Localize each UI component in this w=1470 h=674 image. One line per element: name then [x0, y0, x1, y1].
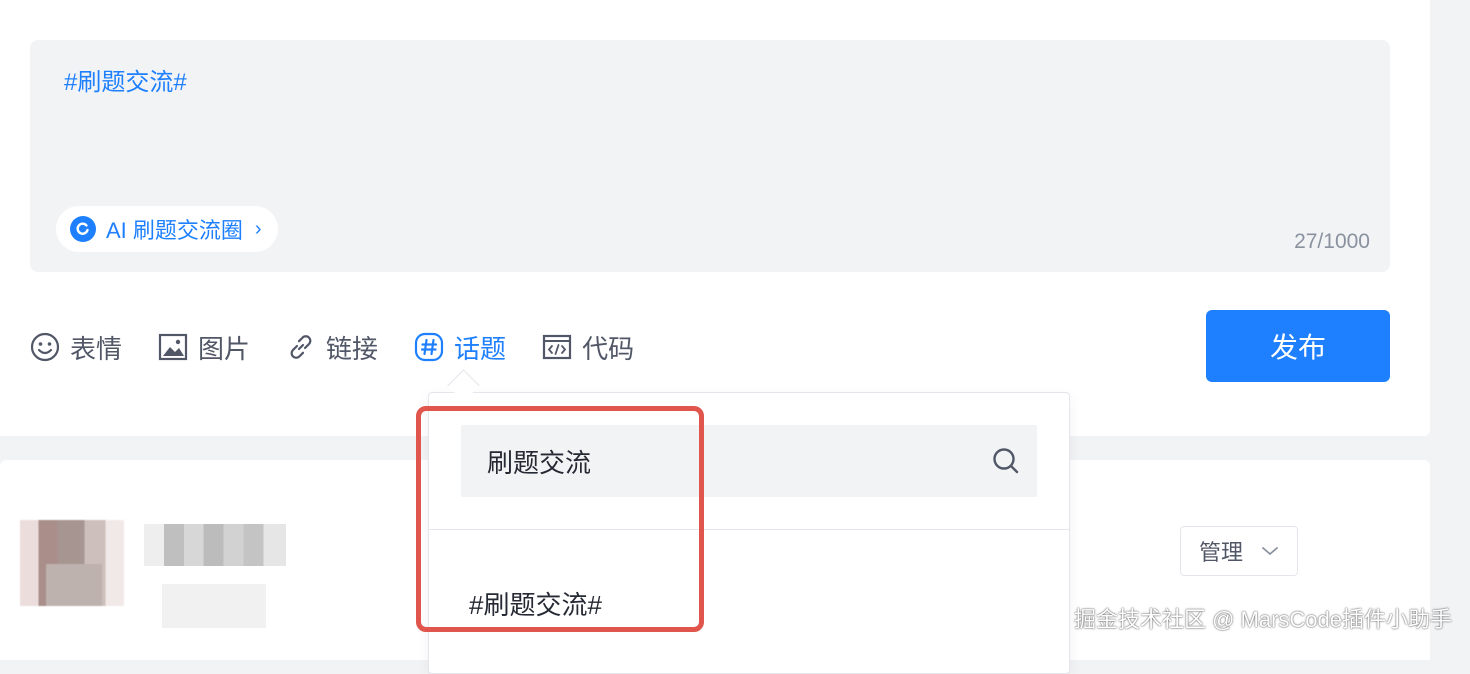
author-meta-blurred [162, 584, 266, 628]
link-icon [290, 335, 312, 359]
topic-search-input[interactable]: 刷题交流 [461, 425, 1037, 497]
code-tool-label: 代码 [582, 333, 635, 364]
emoji-tool-label: 表情 [70, 333, 123, 364]
emoji-tool[interactable]: 表情 [30, 329, 122, 366]
search-icon[interactable] [991, 446, 1021, 476]
smile-icon [30, 332, 60, 362]
code-icon [542, 334, 572, 360]
watermark: 掘金技术社区 @ MarsCode插件小助手 [1073, 607, 1452, 632]
manage-dropdown[interactable]: 管理 [1180, 526, 1298, 576]
hashtag-icon [414, 332, 444, 362]
editor-toolbar: 表情 图片 链接 话题 代码 [30, 326, 670, 368]
post-editor[interactable]: #刷题交流# AI 刷题交流圈 › 27/1000 [30, 40, 1390, 272]
code-tool[interactable]: 代码 [542, 329, 634, 366]
circle-selector-label: AI 刷题交流圈 [106, 218, 243, 243]
topic-tool[interactable]: 话题 [414, 329, 506, 366]
image-icon [158, 333, 188, 361]
image-tool[interactable]: 图片 [158, 329, 250, 366]
author-name-blurred [144, 524, 286, 566]
topic-result-item[interactable]: #刷题交流# [469, 585, 602, 622]
composer-card: #刷题交流# AI 刷题交流圈 › 27/1000 表情 图片 链接 话题 代码… [0, 0, 1430, 436]
chevron-down-icon [1262, 547, 1278, 556]
image-tool-label: 图片 [198, 333, 251, 364]
popover-divider [429, 529, 1069, 530]
publish-button[interactable]: 发布 [1206, 310, 1390, 382]
circle-selector-button[interactable]: AI 刷题交流圈 › [56, 206, 278, 252]
topic-search-value[interactable]: 刷题交流 [487, 443, 591, 480]
manage-dropdown-label: 管理 [1198, 540, 1243, 565]
editor-content[interactable]: #刷题交流# [64, 62, 187, 97]
topic-tool-label: 话题 [454, 333, 507, 364]
link-tool-label: 链接 [326, 333, 379, 364]
chevron-right-icon: › [254, 217, 262, 240]
char-counter: 27/1000 [1294, 230, 1370, 253]
topic-popover: 刷题交流 #刷题交流# [428, 392, 1070, 674]
circle-logo-icon [70, 216, 96, 242]
avatar[interactable] [20, 520, 124, 606]
link-tool[interactable]: 链接 [286, 329, 378, 366]
